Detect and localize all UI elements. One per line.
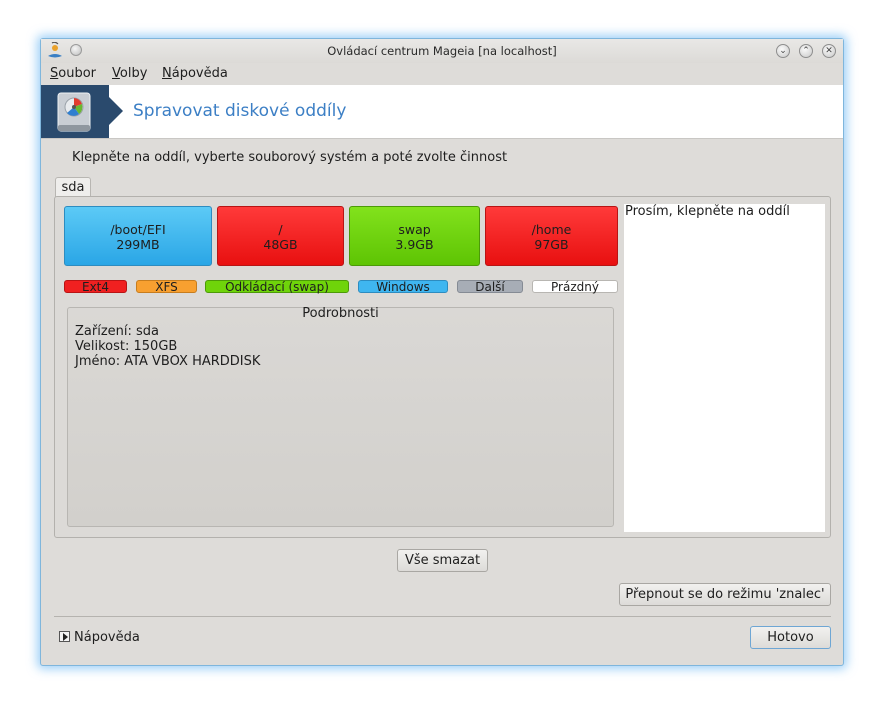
partition-boot-efi[interactable]: /boot/EFI 299MB — [64, 206, 212, 266]
legend-ext4[interactable]: Ext4 — [64, 280, 127, 293]
help-expander[interactable]: Nápověda — [59, 630, 140, 645]
legend-empty[interactable]: Prázdný — [532, 280, 618, 293]
partition-home[interactable]: /home 97GB — [485, 206, 618, 266]
partition-name: / — [278, 222, 283, 237]
menu-napoveda[interactable]: Nápověda — [162, 66, 228, 81]
close-button[interactable]: ✕ — [822, 44, 836, 58]
partition-name: swap — [398, 222, 431, 237]
details-group: Podrobnosti Zařízení: sda Velikost: 150G… — [67, 306, 614, 527]
legend-windows[interactable]: Windows — [358, 280, 448, 293]
done-button[interactable]: Hotovo — [750, 626, 831, 649]
partition-size: 3.9GB — [395, 237, 434, 252]
partition-name: /home — [531, 222, 572, 237]
legend-xfs[interactable]: XFS — [136, 280, 197, 293]
info-pane: Prosím, klepněte na oddíl — [624, 204, 825, 532]
menu-volby[interactable]: Volby — [112, 66, 147, 81]
partition-root[interactable]: / 48GB — [217, 206, 344, 266]
info-text: Prosím, klepněte na oddíl — [625, 204, 790, 219]
instruction-text: Klepněte na oddíl, vyberte souborový sys… — [72, 150, 508, 165]
minimize-button[interactable]: ⌄ — [776, 44, 790, 58]
detail-size: Velikost: 150GB — [75, 339, 178, 354]
detail-name: Jméno: ATA VBOX HARDDISK — [75, 354, 261, 369]
banner-arrow — [109, 97, 123, 125]
window-title: Ovládací centrum Mageia [na localhost] — [327, 44, 557, 58]
details-title: Podrobnosti — [302, 306, 379, 321]
disk-tab-panel: /boot/EFI 299MB / 48GB swap 3.9GB /home … — [54, 196, 831, 538]
expander-arrow-icon — [59, 631, 70, 642]
legend-swap[interactable]: Odkládací (swap) — [205, 280, 349, 293]
partition-size: 48GB — [263, 237, 298, 252]
partition-size: 97GB — [534, 237, 569, 252]
detail-device: Zařízení: sda — [75, 324, 160, 339]
page-title: Spravovat diskové oddíly — [133, 101, 347, 121]
tab-sda[interactable]: sda — [55, 177, 91, 198]
header-banner: Spravovat diskové oddíly — [41, 85, 843, 139]
main-window: Ovládací centrum Mageia [na localhost] ⌄… — [40, 38, 844, 666]
expert-mode-button[interactable]: Přepnout se do režimu 'znalec' — [619, 583, 831, 606]
harddisk-icon — [57, 92, 91, 132]
help-label: Nápověda — [74, 630, 140, 645]
banner-icon-box — [41, 85, 109, 138]
partition-name: /boot/EFI — [110, 222, 166, 237]
partition-swap[interactable]: swap 3.9GB — [349, 206, 480, 266]
clear-all-button[interactable]: Vše smazat — [397, 549, 488, 572]
separator — [54, 616, 831, 617]
title-bar: Ovládací centrum Mageia [na localhost] ⌄… — [41, 39, 843, 63]
menu-bar: Soubor Volby Nápověda — [41, 63, 843, 85]
partition-size: 299MB — [116, 237, 160, 252]
menu-soubor[interactable]: Soubor — [50, 66, 96, 81]
legend-other[interactable]: Další — [457, 280, 523, 293]
maximize-button[interactable]: ⌃ — [799, 44, 813, 58]
